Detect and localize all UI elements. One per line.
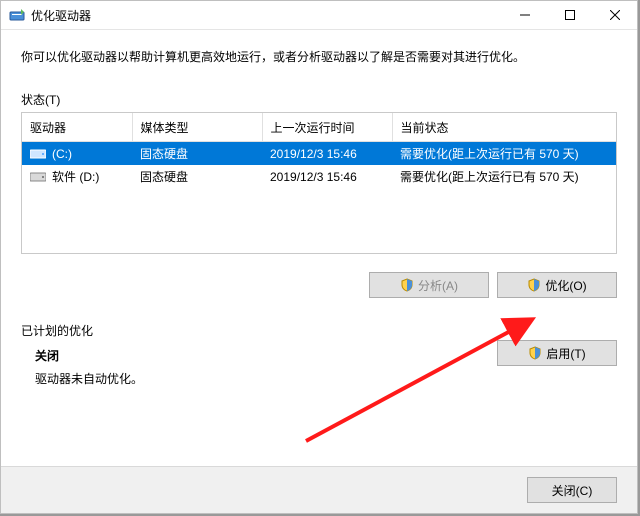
optimize-label: 优化(O) — [545, 277, 586, 294]
minimize-button[interactable] — [502, 1, 547, 29]
window-title: 优化驱动器 — [31, 7, 502, 24]
maximize-button[interactable] — [547, 1, 592, 29]
scheduled-heading: 已计划的优化 — [21, 322, 497, 339]
analyze-label: 分析(A) — [418, 277, 458, 294]
analyze-button: 分析(A) — [369, 272, 489, 298]
drive-icon — [30, 171, 46, 183]
close-dialog-button[interactable]: 关闭(C) — [527, 477, 617, 503]
description-text: 你可以优化驱动器以帮助计算机更高效地运行，或者分析驱动器以了解是否需要对其进行优… — [21, 48, 617, 65]
shield-icon — [527, 278, 541, 292]
col-status[interactable]: 当前状态 — [392, 113, 616, 142]
table-row[interactable]: 软件 (D:) 固态硬盘 2019/12/3 15:46 需要优化(距上次运行已… — [22, 165, 616, 188]
drive-name: (C:) — [52, 147, 72, 161]
scheduled-status: 关闭 — [35, 347, 497, 364]
footer: 关闭(C) — [1, 466, 637, 513]
col-drive[interactable]: 驱动器 — [22, 113, 132, 142]
col-media[interactable]: 媒体类型 — [132, 113, 262, 142]
table-row[interactable]: (C:) 固态硬盘 2019/12/3 15:46 需要优化(距上次运行已有 5… — [22, 142, 616, 166]
close-label: 关闭(C) — [552, 482, 593, 499]
drive-last-run: 2019/12/3 15:46 — [262, 165, 392, 188]
drive-table: 驱动器 媒体类型 上一次运行时间 当前状态 (C:) — [21, 112, 617, 254]
enable-button[interactable]: 启用(T) — [497, 340, 617, 366]
enable-label: 启用(T) — [546, 345, 585, 362]
drive-name: 软件 (D:) — [52, 168, 99, 185]
titlebar: 优化驱动器 — [1, 1, 637, 30]
shield-icon — [400, 278, 414, 292]
scheduled-note: 驱动器未自动优化。 — [35, 370, 497, 387]
drive-media: 固态硬盘 — [132, 165, 262, 188]
drive-last-run: 2019/12/3 15:46 — [262, 142, 392, 166]
drive-status: 需要优化(距上次运行已有 570 天) — [392, 165, 616, 188]
col-last-run[interactable]: 上一次运行时间 — [262, 113, 392, 142]
drive-icon — [30, 148, 46, 160]
app-icon — [9, 7, 25, 23]
optimize-button[interactable]: 优化(O) — [497, 272, 617, 298]
close-button[interactable] — [592, 1, 637, 29]
status-label: 状态(T) — [21, 91, 617, 108]
table-header-row: 驱动器 媒体类型 上一次运行时间 当前状态 — [22, 113, 616, 142]
shield-icon — [528, 346, 542, 360]
drive-media: 固态硬盘 — [132, 142, 262, 166]
drive-status: 需要优化(距上次运行已有 570 天) — [392, 142, 616, 166]
